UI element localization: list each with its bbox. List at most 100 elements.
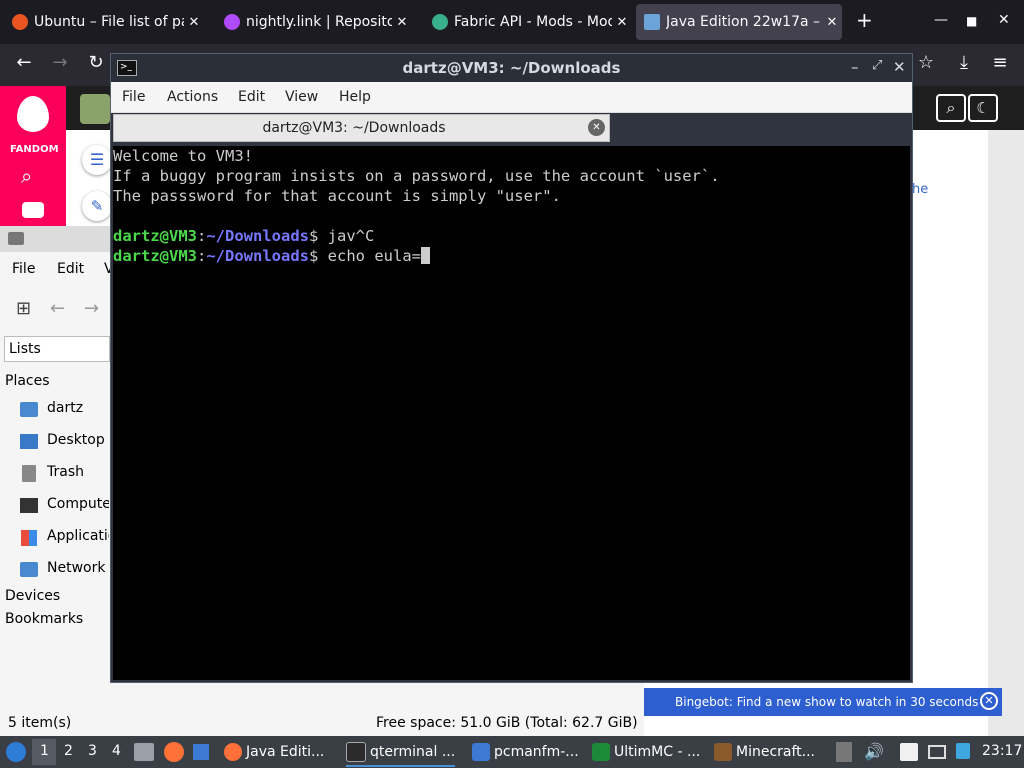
side-pane-mode-select[interactable]: Lists <box>4 336 110 362</box>
start-menu-icon[interactable] <box>6 742 26 762</box>
maximize-icon[interactable]: ■ <box>966 14 977 28</box>
menu-file[interactable]: File <box>122 89 145 105</box>
place-label: Trash <box>47 464 84 480</box>
close-icon[interactable]: ✕ <box>893 58 906 76</box>
downloads-icon[interactable]: ⤓ <box>950 52 978 73</box>
page-scrollbar[interactable] <box>988 130 1024 736</box>
cube-icon <box>644 14 660 30</box>
clock[interactable]: 23:17 <box>982 743 1022 759</box>
menu-edit[interactable]: Edit <box>238 89 265 105</box>
terminal-output[interactable]: Welcome to VM3! If a buggy program insis… <box>113 146 910 680</box>
close-tab-icon[interactable]: ✕ <box>392 15 412 30</box>
terminal-titlebar[interactable]: >_ dartz@VM3: ~/Downloads – ⤢ ✕ <box>111 54 912 82</box>
terminal-title: dartz@VM3: ~/Downloads <box>402 59 621 77</box>
notification-icon[interactable] <box>956 743 970 759</box>
bookmark-star-icon[interactable]: ☆ <box>912 52 940 73</box>
show-desktop-icon[interactable] <box>193 744 209 760</box>
search-icon[interactable]: ⌕ <box>21 164 32 188</box>
fm-menu-edit[interactable]: Edit <box>57 261 84 277</box>
link-icon <box>224 14 240 30</box>
search-icon[interactable]: ⌕ <box>936 94 966 122</box>
devices-header: Devices <box>5 588 61 604</box>
browser-tab[interactable]: Ubuntu – File list of pac ✕ <box>4 4 204 40</box>
close-tab-icon[interactable]: ✕ <box>588 119 605 136</box>
place-label: Network <box>47 560 106 576</box>
file-manager-launcher-icon[interactable] <box>134 743 154 761</box>
menu-view[interactable]: View <box>285 89 318 105</box>
status-item-count: 5 item(s) <box>8 715 72 731</box>
tray-device-icon[interactable] <box>836 742 852 762</box>
edit-icon[interactable]: ✎ <box>82 191 112 221</box>
task-firefox[interactable]: Java Editi... <box>224 739 324 765</box>
dark-mode-icon[interactable]: ☾ <box>968 94 998 122</box>
minecraft-wiki-logo[interactable] <box>80 94 110 124</box>
prompt-dollar: $ <box>309 247 328 265</box>
maximize-icon[interactable]: ⤢ <box>872 58 882 73</box>
back-icon[interactable]: ← <box>50 298 65 319</box>
menu-icon[interactable]: ≡ <box>986 52 1014 73</box>
workspace-4[interactable]: 4 <box>112 743 121 759</box>
toc-icon[interactable]: ☰ <box>82 145 112 175</box>
task-label: Minecraft... <box>736 744 816 760</box>
firefox-launcher-icon[interactable] <box>164 742 184 762</box>
terminal-line: dartz@VM3:~/Downloads$ echo eula= <box>113 246 910 266</box>
browser-tab[interactable]: nightly.link | Repository ✕ <box>216 4 412 40</box>
workspace-1[interactable]: 1 <box>40 743 49 759</box>
command-text: jav^C <box>327 227 375 245</box>
close-tab-icon[interactable]: ✕ <box>822 15 842 30</box>
browser-tab-active[interactable]: Java Edition 22w17a – M ✕ <box>636 4 842 40</box>
desktop-icon <box>20 434 38 449</box>
minimize-icon[interactable]: – <box>851 58 859 76</box>
place-label: dartz <box>47 400 84 416</box>
browser-tab[interactable]: Fabric API - Mods - Mod ✕ <box>424 4 632 40</box>
task-minecraft[interactable]: Minecraft... <box>714 739 815 765</box>
reload-icon[interactable]: ↻ <box>82 52 110 73</box>
forward-icon[interactable]: → <box>84 298 99 319</box>
close-banner-icon[interactable]: ✕ <box>980 692 998 710</box>
bingebot-text: Bingebot: Find a new show to watch in 30… <box>675 695 979 709</box>
workspace-2[interactable]: 2 <box>64 743 73 759</box>
prompt-colon: : <box>197 227 207 245</box>
close-window-icon[interactable]: ✕ <box>998 12 1010 28</box>
terminal-menubar: File Actions Edit View Help <box>111 82 912 113</box>
fm-menu-file[interactable]: File <box>12 261 35 277</box>
display-icon[interactable] <box>928 745 946 759</box>
close-tab-icon[interactable]: ✕ <box>184 15 204 30</box>
workspace-3[interactable]: 3 <box>88 743 97 759</box>
task-label: qterminal ... <box>370 744 456 760</box>
task-label: UltimMC - ... <box>614 744 701 760</box>
home-folder-icon <box>20 402 38 417</box>
close-tab-icon[interactable]: ✕ <box>612 15 632 30</box>
terminal-tab[interactable]: dartz@VM3: ~/Downloads ✕ <box>113 114 610 142</box>
prompt-user: dartz@VM3 <box>113 227 197 245</box>
task-ultimmc[interactable]: UltimMC - ... <box>592 739 700 765</box>
bingebot-banner[interactable]: Bingebot: Find a new show to watch in 30… <box>644 688 1002 716</box>
folder-icon <box>8 232 24 245</box>
robot-icon[interactable] <box>22 202 44 218</box>
ultimmc-icon <box>592 743 610 761</box>
text-cursor <box>421 247 430 264</box>
menu-actions[interactable]: Actions <box>167 89 218 105</box>
menu-help[interactable]: Help <box>339 89 371 105</box>
forward-icon[interactable]: → <box>46 52 74 73</box>
minimize-icon[interactable]: — <box>934 12 948 28</box>
tab-title: Ubuntu – File list of pac <box>34 14 184 30</box>
prompt-user: dartz@VM3 <box>113 247 197 265</box>
new-tab-button[interactable]: + <box>856 8 873 32</box>
prompt-colon: : <box>197 247 207 265</box>
new-tab-icon[interactable]: ⊞ <box>16 298 31 319</box>
task-qterminal[interactable]: qterminal ... <box>346 739 456 767</box>
browser-tab-bar: Ubuntu – File list of pac ✕ nightly.link… <box>0 0 1024 44</box>
trash-icon <box>22 465 36 482</box>
clipboard-icon[interactable] <box>900 743 918 761</box>
fabric-icon <box>432 14 448 30</box>
places-header: Places <box>5 373 50 389</box>
task-label: Java Editi... <box>246 744 325 760</box>
task-pcmanfm[interactable]: pcmanfm-... <box>472 739 579 765</box>
fandom-logo-icon[interactable] <box>17 96 49 132</box>
terminal-tab-title: dartz@VM3: ~/Downloads <box>262 120 446 136</box>
back-icon[interactable]: ← <box>10 52 38 73</box>
command-text: echo eula= <box>327 247 421 265</box>
volume-icon[interactable]: 🔊 <box>864 742 884 761</box>
